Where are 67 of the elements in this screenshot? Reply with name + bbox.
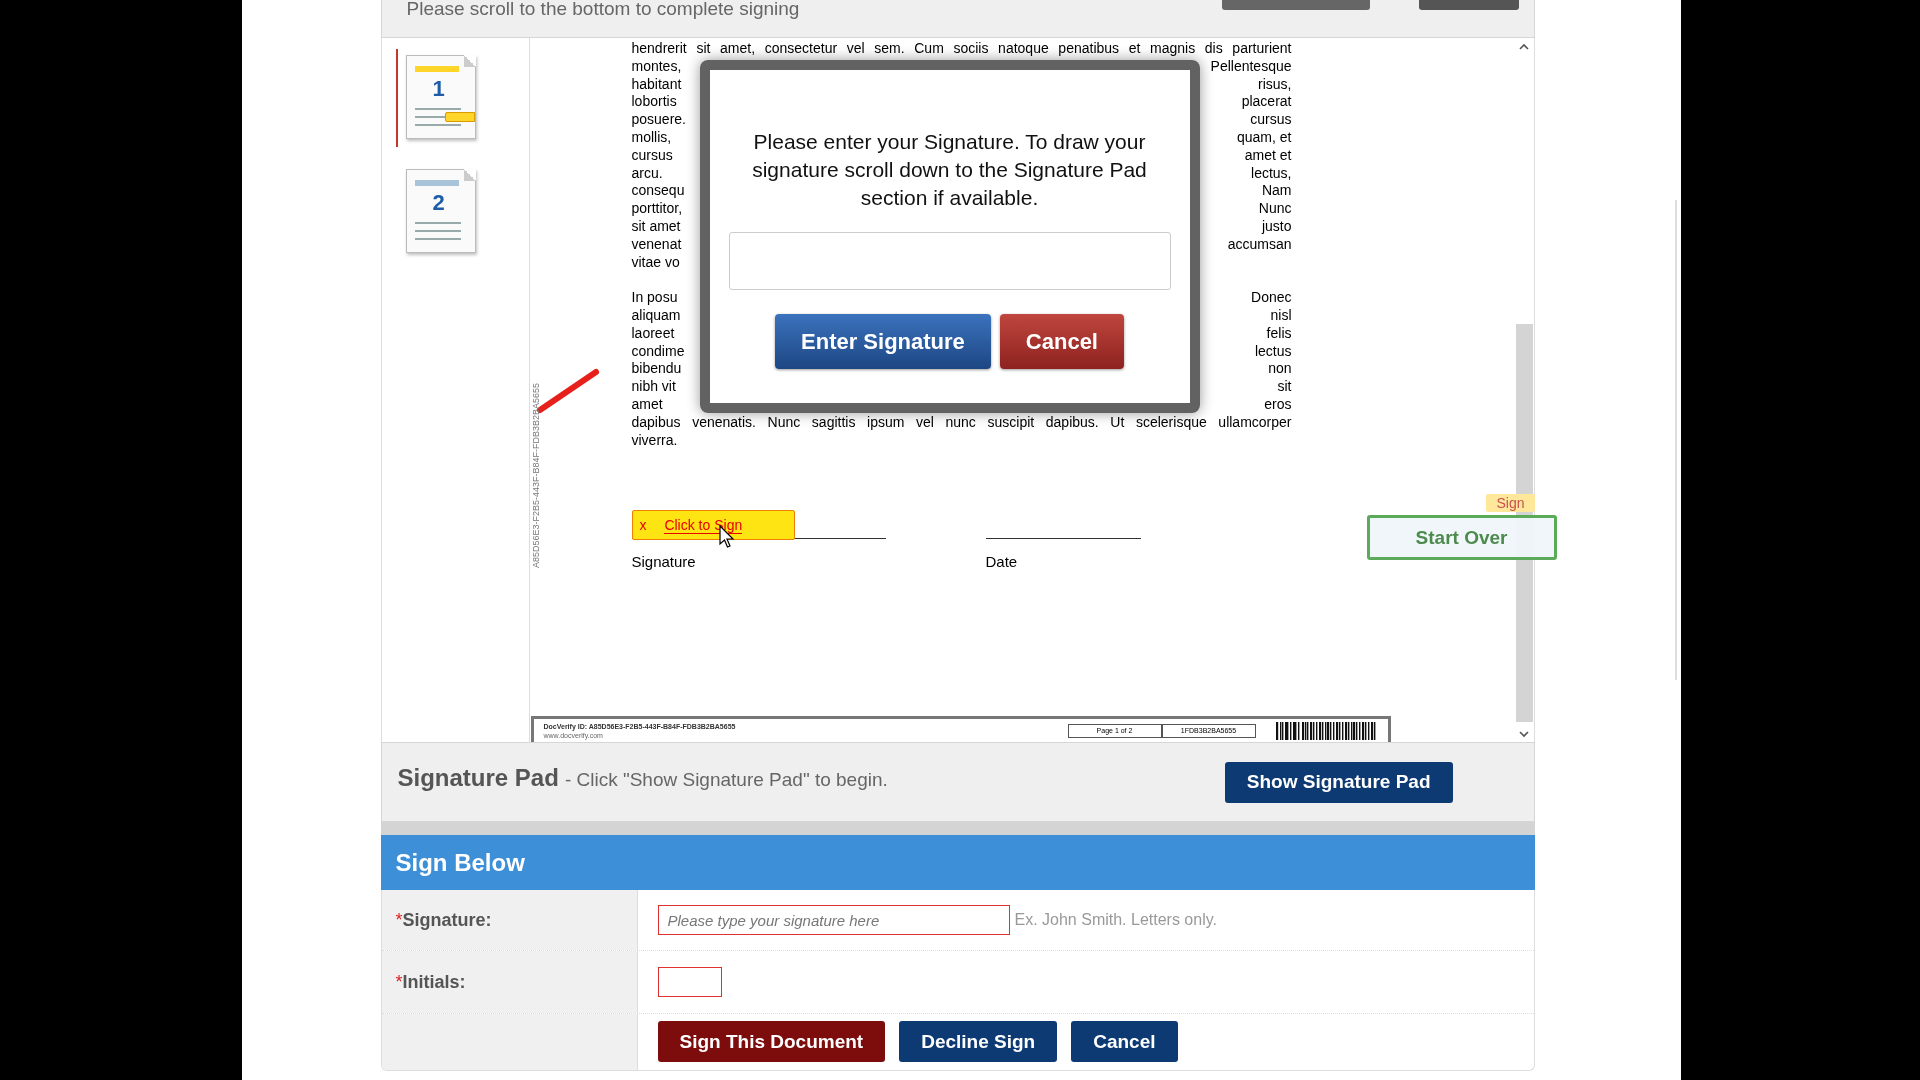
page-thumbnail[interactable]: 2 [405,169,476,253]
document-text: felis [1266,324,1292,343]
document-text: justo [1261,217,1292,236]
document-text: condime [631,342,685,361]
document-text: sit [1277,378,1292,396]
document-text: bibendu [631,360,682,379]
document-text: montes, [631,57,682,76]
dialog-button[interactable]: Enter Signature [775,314,991,369]
form-button[interactable]: Cancel [1071,1021,1178,1062]
document-text: lectus, [1251,164,1292,183]
document-text: Nam [1261,182,1292,201]
field-label: Date [985,553,1019,571]
document-text: risus, [1258,75,1292,94]
input-hint: Ex. John Smith. Letters only. [1014,911,1217,929]
form-button[interactable]: Decline Sign [899,1021,1058,1062]
document-text: nisl [1270,306,1292,325]
document-text: hendrerit sit amet, consectetur vel sem. Cum sociis natoque penatibus et magnis dis parturient [631,40,1292,58]
document-text: Pellentesque [1210,57,1292,76]
section-title: Signature Pad [397,764,559,792]
document-text: porttitor, [631,200,683,218]
document-text: Nunc [1258,200,1292,218]
signature-input[interactable]: Please type your signature here [657,905,1010,935]
document-text: vitae vo [631,253,680,272]
document-text: laoreet [631,324,675,343]
document-text: habitant [631,75,682,94]
form-label: *Signature: [395,909,492,931]
show-signature-pad-button[interactable]: Show Signature Pad [1224,761,1453,803]
document-text: venenat [631,235,682,254]
signature-input-field[interactable] [728,232,1171,290]
document-text: nibh vit [631,378,676,396]
sign-tag: Sign [1486,494,1535,512]
document-text: quam, et [1237,129,1292,147]
start-over-button[interactable]: Start Over [1366,515,1557,560]
section-header: Sign Below [380,835,1535,890]
document-text: amet [631,395,663,414]
field-label: Signature [631,553,697,571]
dialog-message: Please enter your Signature. To draw your signature scroll down to the Signature Pad section if available. [751,129,1148,211]
document-text: mollis, [631,129,672,147]
document-text: dapibus venenatis. Nunc sagittis ipsum vel nunc suscipit dapibus. Ut scelerisque ullamcorper [631,413,1292,432]
document-text: accumsan [1227,235,1292,254]
form-button[interactable]: Sign This Document [657,1021,886,1062]
document-text: Donec [1251,289,1292,307]
document-text: In posu [631,289,678,307]
document-text: arcu. [631,164,663,183]
document-text: amet et [1244,146,1292,165]
form-label: *Initials: [395,971,466,993]
click-to-sign-tag[interactable]: x Click to Sign [631,510,796,541]
document-text: cursus [631,146,673,165]
document-text: consequ [631,182,685,201]
toolbar-button[interactable] [1221,0,1370,10]
document-text: non [1268,360,1292,379]
document-text: lectus [1254,342,1292,361]
document-text: placerat [1241,93,1292,112]
instruction-text: Please scroll to the bottom to complete signing [406,0,800,20]
initials-input[interactable] [657,967,722,997]
document-text: sit amet [631,217,681,236]
document-text: lobortis [631,93,677,112]
document-text: cursus [1250,111,1292,129]
document-text: posuere. [631,111,686,129]
document-text: eros [1264,395,1292,414]
section-hint: - Click "Show Signature Pad" to begin. [564,769,888,791]
document-id-text: A85D56E3-F2B5-443F-B84F-FDB3B2BA5655 [530,383,541,569]
toolbar-button[interactable] [1418,0,1519,10]
page-thumbnail[interactable]: 1 [405,55,476,139]
document-text: viverra. [631,431,678,448]
document-text: aliquam [631,306,681,325]
dialog-button[interactable]: Cancel [999,314,1124,369]
